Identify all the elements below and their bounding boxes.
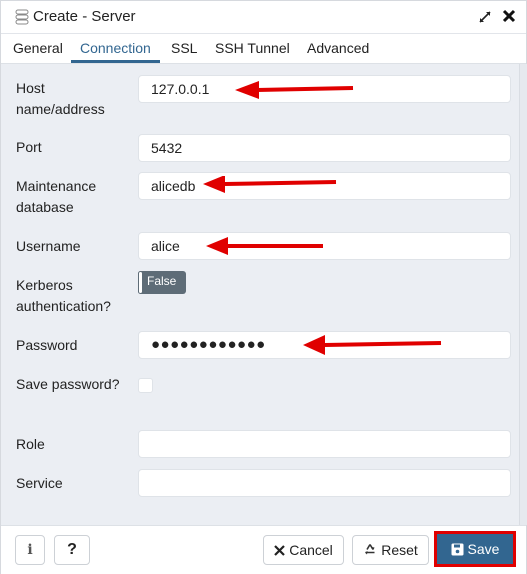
recycle-icon	[365, 544, 375, 555]
reset-button[interactable]: Reset	[352, 535, 429, 565]
connection-form: Host name/address 127.0.0.1 Port 5432 Ma…	[1, 64, 527, 525]
save-label: Save	[467, 541, 500, 557]
cancel-label: Cancel	[289, 542, 333, 558]
tab-connection[interactable]: Connection	[71, 40, 160, 63]
role-label: Role	[16, 436, 45, 452]
save-password-checkbox[interactable]	[138, 378, 153, 393]
close-icon	[274, 544, 285, 556]
reset-label: Reset	[381, 542, 418, 558]
kerberos-label: Kerberos authentication?	[16, 277, 111, 314]
tab-ssh-tunnel[interactable]: SSH Tunnel	[215, 40, 290, 63]
save-button[interactable]: Save	[434, 531, 516, 567]
dialog-titlebar[interactable]: Create - Server	[1, 1, 526, 34]
tab-advanced[interactable]: Advanced	[307, 40, 369, 63]
kerberos-toggle-value: False	[147, 274, 177, 288]
save-password-label: Save password?	[16, 376, 120, 392]
toggle-knob	[138, 271, 143, 294]
dialog-title: Create - Server	[33, 8, 136, 25]
expand-icon[interactable]	[477, 9, 493, 25]
password-input[interactable]: ●●●●●●●●●●●●	[138, 331, 511, 359]
tab-ssl[interactable]: SSL	[171, 40, 197, 63]
help-icon: ?	[67, 541, 77, 558]
port-input[interactable]: 5432	[138, 134, 511, 162]
username-input[interactable]: alice	[138, 232, 511, 260]
help-button[interactable]: ?	[54, 535, 90, 565]
tab-bar: General Connection SSL SSH Tunnel Advanc…	[1, 34, 526, 64]
create-server-dialog: Create - Server General Connection SSL S…	[0, 0, 527, 574]
host-label: Host name/address	[16, 80, 105, 117]
close-icon[interactable]	[501, 8, 517, 24]
cancel-button[interactable]: Cancel	[263, 535, 344, 565]
role-input[interactable]	[138, 430, 511, 458]
floppy-disk-icon	[451, 543, 464, 555]
password-label: Password	[16, 337, 78, 353]
kerberos-toggle[interactable]: False	[138, 271, 186, 294]
scrollbar[interactable]	[519, 64, 527, 525]
tab-general[interactable]: General	[13, 40, 63, 63]
maintenance-db-label: Maintenance database	[16, 178, 97, 215]
username-label: Username	[16, 238, 81, 254]
port-label: Port	[16, 139, 42, 155]
host-input[interactable]: 127.0.0.1	[138, 75, 511, 103]
server-icon	[15, 9, 29, 25]
service-input[interactable]	[138, 469, 511, 497]
dialog-footer: i ? Cancel Reset Save	[1, 525, 526, 574]
maintenance-db-input[interactable]: alicedb	[138, 172, 511, 200]
service-label: Service	[16, 475, 63, 491]
info-button[interactable]: i	[15, 535, 45, 565]
info-icon: i	[27, 542, 33, 558]
